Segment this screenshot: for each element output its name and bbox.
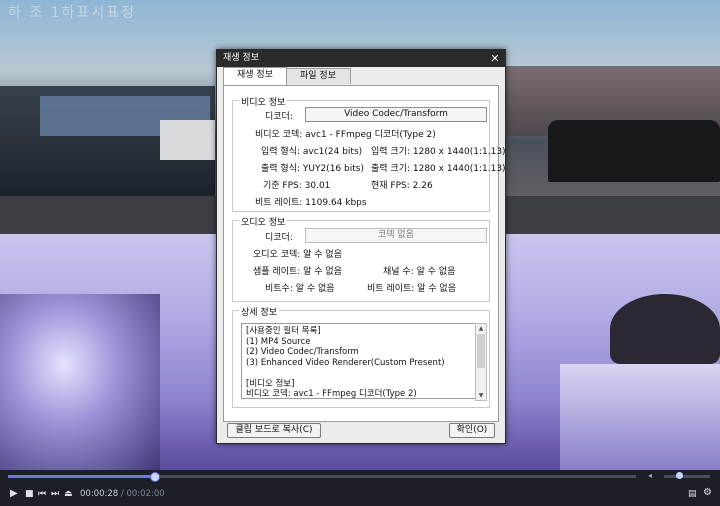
- detail-line: [246, 368, 476, 379]
- tab-bar: 재생 정보 파일 정보: [223, 67, 505, 85]
- detail-line: (3) Enhanced Video Renderer(Custom Prese…: [246, 357, 445, 368]
- detail-textbox[interactable]: [사용중인 필터 목록] (1) MP4 Source (2) Video Co…: [241, 323, 481, 399]
- detail-line: (2) Video Codec/Transform: [246, 347, 359, 357]
- bits-text: 비트수: 알 수 없음: [265, 284, 335, 294]
- time-display: 00:00:28 / 00:02:00: [80, 489, 165, 499]
- base-fps-text: 기준 FPS: 30.01: [263, 181, 331, 191]
- audio-decoder-label: 디코더:: [265, 233, 293, 243]
- seek-bar[interactable]: [8, 472, 636, 482]
- input-format-text: 입력 형식: avc1(24 bits): [261, 147, 363, 157]
- video-overlay-text: 하 조 1하표시표정: [8, 5, 136, 21]
- passenger-shape: [560, 364, 720, 470]
- scroll-up-icon[interactable]: ▲: [476, 324, 486, 333]
- playlist-icon[interactable]: ▤: [688, 489, 697, 499]
- dialog-title: 재생 정보: [223, 53, 259, 63]
- dialog-titlebar[interactable]: 재생 정보 ✕: [217, 50, 505, 67]
- video-decoder-label: 디코더:: [265, 112, 293, 122]
- volume-handle[interactable]: [676, 472, 684, 479]
- detail-line: [비디오 정보]: [246, 378, 295, 389]
- detail-info-group: 상세 정보 [사용중인 필터 목록] (1) MP4 Source (2) Vi…: [232, 305, 490, 408]
- sample-rate-text: 샘플 레이트: 알 수 없음: [253, 267, 342, 277]
- audio-codec-text: 오디오 코덱: 알 수 없음: [253, 250, 342, 260]
- gear-icon[interactable]: ⚙: [703, 488, 712, 498]
- close-icon[interactable]: ✕: [489, 50, 501, 67]
- detail-line: [사용중인 필터 목록]: [246, 326, 321, 336]
- eject-icon[interactable]: ⏏: [64, 489, 73, 499]
- seek-progress: [8, 475, 155, 478]
- current-time: 00:00:28: [80, 489, 119, 499]
- video-decoder-field: Video Codec/Transform: [305, 107, 487, 122]
- detail-line: 비디오 코덱: avc1 - FFmpeg 디코더(Type 2): [246, 389, 417, 399]
- video-codec-text: 비디오 코덱: avc1 - FFmpeg 디코더(Type 2): [255, 130, 436, 140]
- playback-info-dialog: 재생 정보 ✕ 재생 정보 파일 정보 비디오 정보 디코더: Video Co…: [216, 49, 506, 444]
- tab-file-info[interactable]: 파일 정보: [285, 68, 351, 84]
- playback-info-panel: 비디오 정보 디코더: Video Codec/Transform 비디오 코덱…: [223, 85, 506, 422]
- audio-info-group: 오디오 정보 디코더: 코덱 없음 오디오 코덱: 알 수 없음 샘플 레이트:…: [232, 215, 490, 302]
- current-fps-text: 현재 FPS: 2.26: [371, 181, 433, 191]
- output-format-text: 출력 형식: YUY2(16 bits): [261, 164, 364, 174]
- scroll-down-icon[interactable]: ▼: [476, 391, 486, 400]
- audio-decoder-field: 코덱 없음: [305, 228, 487, 243]
- white-car-shape: [160, 120, 215, 160]
- copy-to-clipboard-button[interactable]: 클립 보드로 복사(C): [227, 423, 321, 438]
- scroll-thumb[interactable]: [477, 334, 485, 368]
- video-bitrate-text: 비트 레이트: 1109.64 kbps: [255, 198, 367, 208]
- audio-bitrate-text: 비트 레이트: 알 수 없음: [367, 284, 456, 294]
- input-size-text: 입력 크기: 1280 x 1440(1:1.13): [371, 147, 506, 157]
- steering-wheel-shape: [0, 294, 160, 470]
- tab-playback-info[interactable]: 재생 정보: [223, 67, 287, 85]
- stop-icon[interactable]: ■: [25, 489, 34, 499]
- next-icon[interactable]: ⏭: [51, 489, 59, 499]
- beanie-shape: [610, 294, 720, 364]
- detail-line: (1) MP4 Source: [246, 336, 311, 347]
- volume-slider[interactable]: [664, 472, 710, 479]
- seek-handle[interactable]: [150, 472, 161, 482]
- output-size-text: 출력 크기: 1280 x 1440(1:1.13): [371, 164, 506, 174]
- speaker-icon[interactable]: ◂: [648, 471, 652, 481]
- total-time: 00:02:00: [126, 489, 165, 499]
- black-car-shape: [548, 120, 720, 182]
- channels-text: 채널 수: 알 수 없음: [383, 267, 456, 277]
- detail-info-legend: 상세 정보: [239, 305, 279, 318]
- video-info-group: 비디오 정보 디코더: Video Codec/Transform 비디오 코덱…: [232, 95, 506, 212]
- video-info-legend: 비디오 정보: [239, 95, 288, 108]
- audio-info-legend: 오디오 정보: [239, 215, 288, 228]
- play-icon[interactable]: ▶: [10, 489, 18, 499]
- previous-icon[interactable]: ⏮: [38, 489, 46, 499]
- player-control-bar: ◂ ▶ ■ ⏮ ⏭ ⏏ 00:00:28 / 00:02:00 ▤ ⚙: [0, 470, 720, 506]
- ok-button[interactable]: 확인(O): [449, 423, 495, 438]
- detail-scrollbar[interactable]: ▲ ▼: [475, 323, 487, 401]
